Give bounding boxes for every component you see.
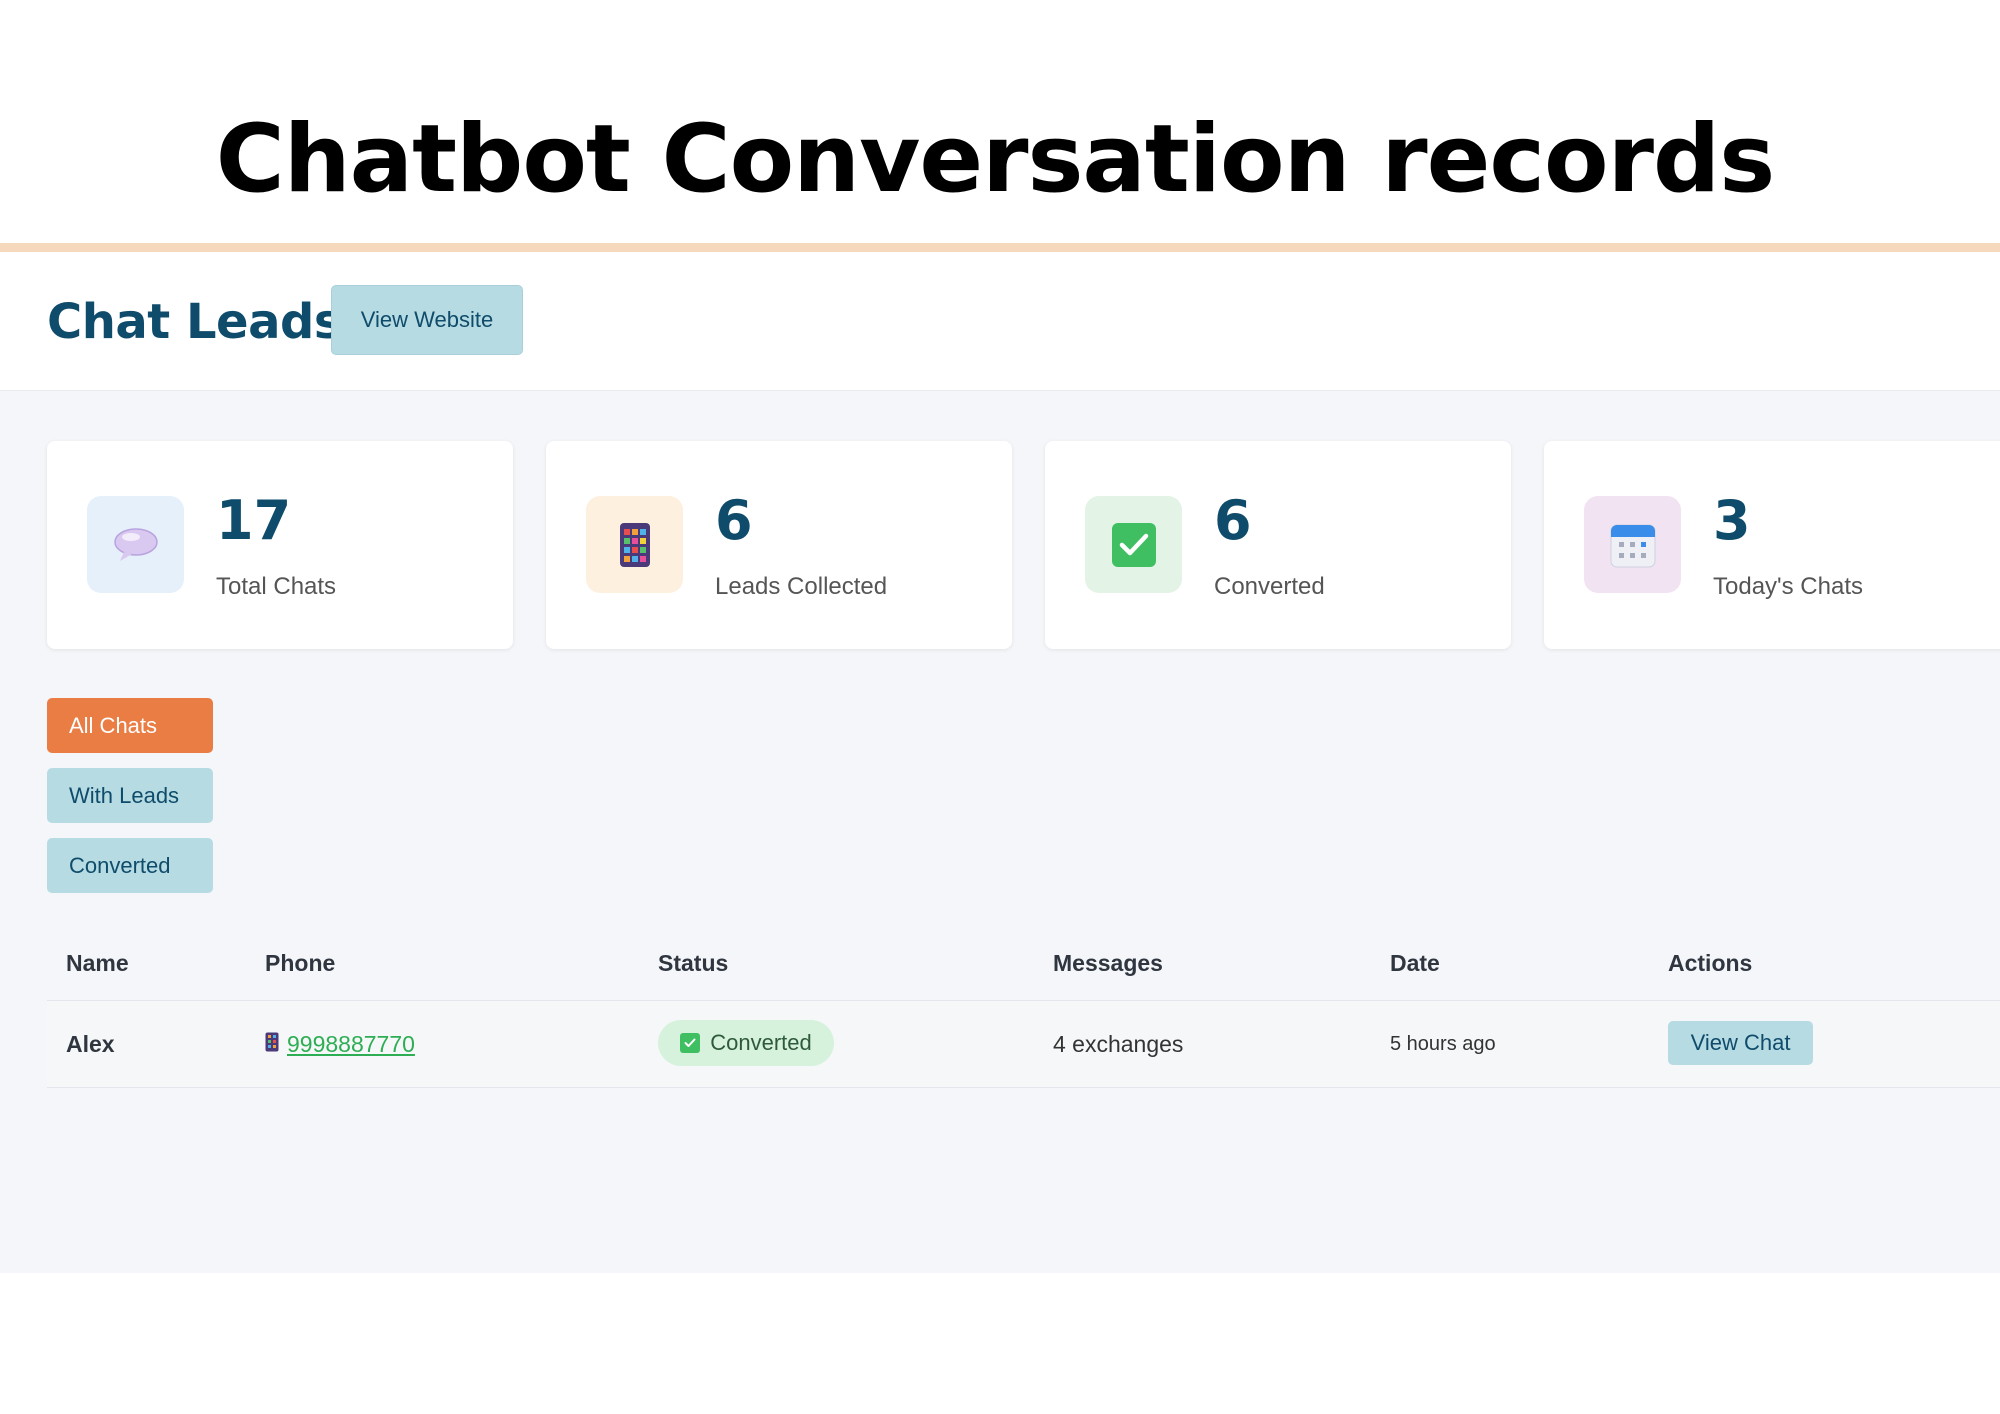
table-row: Alex 9998887770 Converted 4 exchanges 5 … [47,1001,2000,1088]
filter-with-leads-button[interactable]: With Leads [47,768,213,823]
checkmark-icon [1085,496,1182,593]
stat-card-total-chats: 17 Total Chats [47,441,513,649]
checkmark-icon [680,1033,701,1053]
table-header: Name Phone Status Messages Date Actions [47,926,2000,1001]
row-date: 5 hours ago [1390,1033,1496,1055]
phone-number[interactable]: 9998887770 [287,1031,415,1058]
status-label: Converted [710,1030,812,1055]
stat-label: Total Chats [216,573,337,600]
row-name: Alex [66,1031,115,1057]
chats-table: Name Phone Status Messages Date Actions … [47,926,2000,1088]
stat-card-todays-chats: 3 Today's Chats [1544,441,2000,649]
page-title: Chat Leads [47,294,342,350]
main-content: 17 Total Chats 6 Leads Collected 6 Conve… [0,391,2000,1273]
column-header-name: Name [66,950,129,976]
stat-label: Converted [1214,573,1325,600]
view-website-button[interactable]: View Website [331,285,523,355]
speech-bubble-icon [87,496,184,593]
column-header-status: Status [658,950,729,976]
column-header-messages: Messages [1053,950,1163,976]
banner-divider [0,243,2000,252]
column-header-date: Date [1390,950,1440,976]
view-chat-button[interactable]: View Chat [1668,1021,1813,1065]
phone-icon [586,496,683,593]
row-phone-link[interactable]: 9998887770 [265,1031,415,1058]
stat-card-leads-collected: 6 Leads Collected [546,441,1012,649]
column-header-phone: Phone [265,950,336,976]
row-messages: 4 exchanges [1053,1031,1184,1057]
calendar-icon [1584,496,1681,593]
stat-value: 3 [1713,489,1751,552]
app-header: Chat Leads View Website [0,252,2000,392]
stat-value: 6 [715,489,753,552]
stat-value: 6 [1214,489,1252,552]
phone-icon [265,1031,279,1058]
stat-label: Leads Collected [715,573,888,600]
banner-title: Chatbot Conversation records [215,105,1775,214]
status-badge: Converted [658,1020,834,1066]
stat-label: Today's Chats [1713,573,1863,600]
filter-converted-button[interactable]: Converted [47,838,213,893]
filter-all-chats-button[interactable]: All Chats [47,698,213,753]
stat-value: 17 [216,489,292,552]
column-header-actions: Actions [1668,950,1753,976]
stat-card-converted: 6 Converted [1045,441,1511,649]
